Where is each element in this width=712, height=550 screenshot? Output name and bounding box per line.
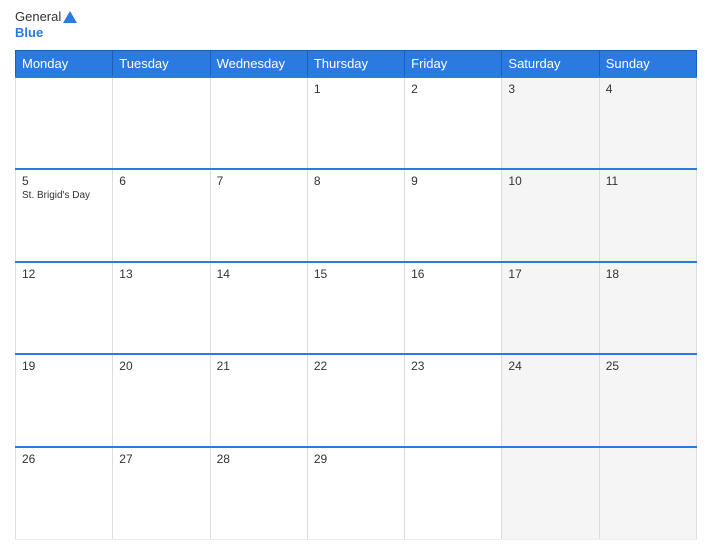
week-row-5: 26 27 28 29 [16, 447, 697, 540]
day-number: 16 [411, 267, 495, 281]
day-number: 3 [508, 82, 592, 96]
weekday-header-saturday: Saturday [502, 50, 599, 77]
day-number: 29 [314, 452, 398, 466]
day-number: 17 [508, 267, 592, 281]
weekday-header-friday: Friday [405, 50, 502, 77]
day-number: 10 [508, 174, 592, 188]
weekday-header-sunday: Sunday [599, 50, 696, 77]
calendar-cell: 14 [210, 262, 307, 355]
day-number: 28 [217, 452, 301, 466]
calendar-cell: 29 [307, 447, 404, 540]
day-number: 24 [508, 359, 592, 373]
weekday-header-thursday: Thursday [307, 50, 404, 77]
day-number: 26 [22, 452, 106, 466]
day-number: 22 [314, 359, 398, 373]
logo: GeneralBlue [15, 10, 77, 42]
day-number: 15 [314, 267, 398, 281]
week-row-3: 12 13 14 15 16 17 18 [16, 262, 697, 355]
calendar-cell: 23 [405, 354, 502, 447]
calendar-cell [16, 77, 113, 170]
day-number: 19 [22, 359, 106, 373]
calendar-cell: 10 [502, 169, 599, 262]
day-number: 11 [606, 174, 690, 188]
calendar-cell: 27 [113, 447, 210, 540]
weekday-header-wednesday: Wednesday [210, 50, 307, 77]
calendar-cell [502, 447, 599, 540]
calendar-cell: 11 [599, 169, 696, 262]
day-number: 14 [217, 267, 301, 281]
event-label: St. Brigid's Day [22, 190, 106, 201]
calendar-cell: 13 [113, 262, 210, 355]
calendar-cell: 3 [502, 77, 599, 170]
weekday-header-row: MondayTuesdayWednesdayThursdayFridaySatu… [16, 50, 697, 77]
logo-general-text: General [15, 10, 61, 24]
day-number: 27 [119, 452, 203, 466]
calendar-cell: 18 [599, 262, 696, 355]
calendar-cell: 21 [210, 354, 307, 447]
day-number: 23 [411, 359, 495, 373]
calendar-cell: 17 [502, 262, 599, 355]
calendar-table: MondayTuesdayWednesdayThursdayFridaySatu… [15, 50, 697, 540]
logo-triangle-icon [63, 11, 77, 23]
day-number: 1 [314, 82, 398, 96]
logo-blue-text: Blue [15, 25, 43, 40]
day-number: 5 [22, 174, 106, 188]
calendar-container: GeneralBlue MondayTuesdayWednesdayThursd… [0, 0, 712, 550]
day-number: 9 [411, 174, 495, 188]
weekday-header-monday: Monday [16, 50, 113, 77]
calendar-cell: 19 [16, 354, 113, 447]
calendar-cell: 26 [16, 447, 113, 540]
calendar-cell [210, 77, 307, 170]
calendar-cell: 22 [307, 354, 404, 447]
calendar-cell: 25 [599, 354, 696, 447]
day-number: 20 [119, 359, 203, 373]
calendar-cell: 1 [307, 77, 404, 170]
calendar-cell [113, 77, 210, 170]
calendar-cell: 2 [405, 77, 502, 170]
calendar-cell: 6 [113, 169, 210, 262]
day-number: 8 [314, 174, 398, 188]
calendar-cell: 20 [113, 354, 210, 447]
day-number: 2 [411, 82, 495, 96]
day-number: 18 [606, 267, 690, 281]
calendar-cell [599, 447, 696, 540]
calendar-cell: 4 [599, 77, 696, 170]
calendar-cell [405, 447, 502, 540]
day-number: 13 [119, 267, 203, 281]
week-row-4: 19 20 21 22 23 24 25 [16, 354, 697, 447]
day-number: 6 [119, 174, 203, 188]
day-number: 7 [217, 174, 301, 188]
day-number: 12 [22, 267, 106, 281]
calendar-header: GeneralBlue [15, 10, 697, 42]
calendar-cell: 5 St. Brigid's Day [16, 169, 113, 262]
calendar-cell: 8 [307, 169, 404, 262]
calendar-cell: 16 [405, 262, 502, 355]
calendar-cell: 7 [210, 169, 307, 262]
week-row-1: 1234 [16, 77, 697, 170]
day-number: 21 [217, 359, 301, 373]
day-number: 4 [606, 82, 690, 96]
calendar-cell: 15 [307, 262, 404, 355]
day-number: 25 [606, 359, 690, 373]
week-row-2: 5 St. Brigid's Day 6789 10 11 [16, 169, 697, 262]
calendar-cell: 12 [16, 262, 113, 355]
calendar-cell: 28 [210, 447, 307, 540]
weekday-header-tuesday: Tuesday [113, 50, 210, 77]
calendar-cell: 24 [502, 354, 599, 447]
calendar-cell: 9 [405, 169, 502, 262]
